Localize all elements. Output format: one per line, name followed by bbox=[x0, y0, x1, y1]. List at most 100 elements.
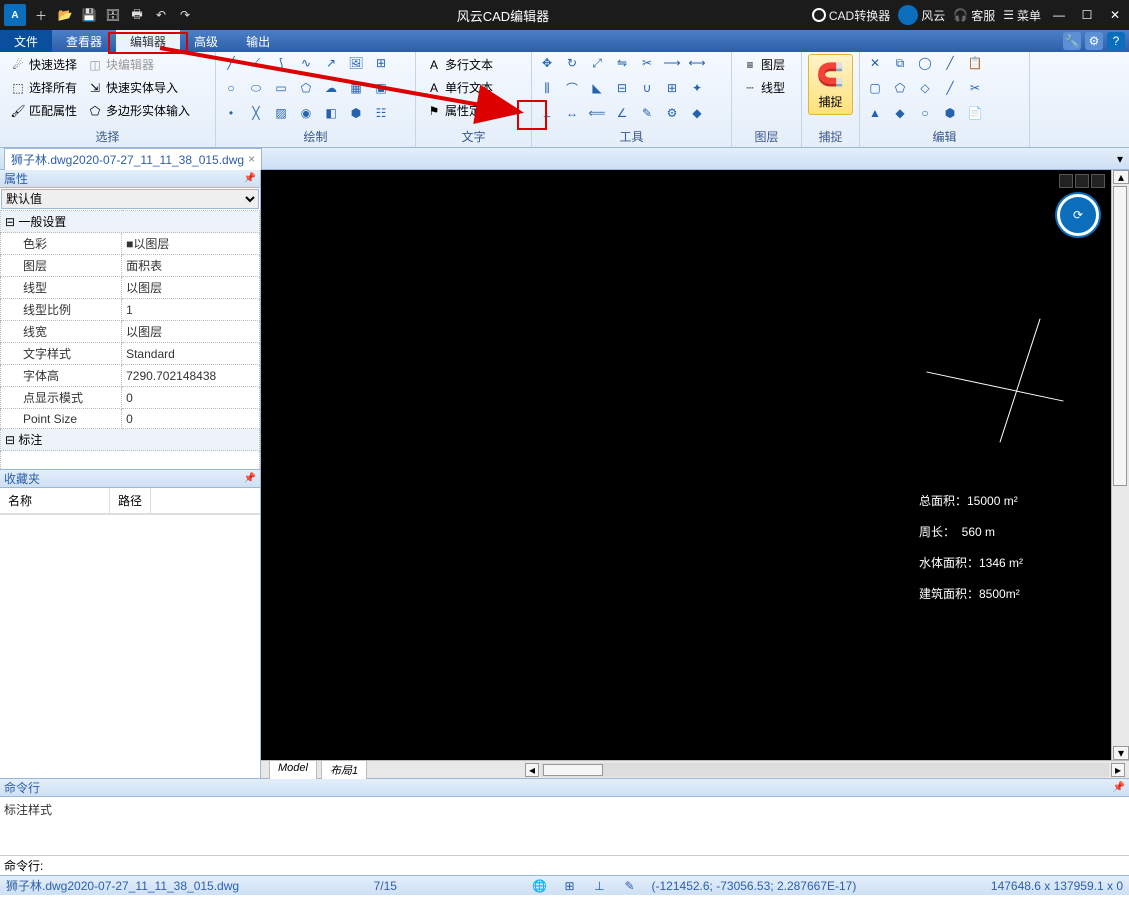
scroll-down-icon[interactable]: ▾ bbox=[1113, 746, 1129, 760]
props-group-annot[interactable]: ⊟ 标注 bbox=[1, 429, 260, 451]
poly-import-button[interactable]: ⬠多边形实体输入 bbox=[83, 100, 194, 121]
rotate-icon[interactable]: ↻ bbox=[563, 54, 581, 72]
props-row[interactable]: 线宽以图层 bbox=[1, 321, 260, 343]
paste-icon[interactable]: 📄 bbox=[966, 104, 984, 122]
settings-icon[interactable]: ⚙ bbox=[1085, 32, 1103, 50]
close-tab-icon[interactable]: × bbox=[248, 152, 255, 166]
match-props-button[interactable]: 🖌匹配属性 bbox=[6, 100, 81, 121]
block2-icon[interactable]: ▣ bbox=[372, 79, 390, 97]
viewport-badge[interactable]: ⟳ bbox=[1057, 194, 1099, 236]
join-icon[interactable]: ∪ bbox=[638, 79, 656, 97]
status-world-icon[interactable]: 🌐 bbox=[532, 878, 548, 894]
scroll-thumb[interactable] bbox=[1113, 186, 1127, 486]
props-row[interactable]: 线型以图层 bbox=[1, 277, 260, 299]
tool2-icon[interactable]: ⚙ bbox=[663, 104, 681, 122]
fast-import-button[interactable]: ⇲快速实体导入 bbox=[83, 77, 194, 98]
e4-icon[interactable]: ╱ bbox=[941, 79, 959, 97]
edit-line-icon[interactable]: ╱ bbox=[941, 54, 959, 72]
maximize-icon[interactable]: ☐ bbox=[1077, 8, 1097, 22]
copy2-icon[interactable]: 📋 bbox=[966, 54, 984, 72]
scroll-left-icon[interactable]: ◂ bbox=[525, 763, 539, 777]
vp-close-icon[interactable] bbox=[1091, 174, 1105, 188]
align-icon[interactable]: ⫠ bbox=[538, 104, 556, 122]
vertical-scrollbar[interactable]: ▴ ▾ bbox=[1111, 170, 1129, 760]
cad-converter-button[interactable]: CAD转换器 bbox=[812, 7, 890, 24]
layout1-tab[interactable]: 布局1 bbox=[321, 760, 367, 780]
undo-icon[interactable]: ↶ bbox=[152, 6, 170, 24]
props-row[interactable]: 线型比例1 bbox=[1, 299, 260, 321]
status-ortho-icon[interactable]: ⊥ bbox=[592, 878, 608, 894]
fav-col-path[interactable]: 路径 bbox=[110, 488, 151, 513]
insert-icon[interactable]: ⊞ bbox=[372, 54, 390, 72]
mtext-button[interactable]: A多行文本 bbox=[422, 54, 497, 75]
polygon2-icon[interactable]: ⬠ bbox=[297, 79, 315, 97]
snap-button[interactable]: 🧲 捕捉 bbox=[808, 54, 853, 115]
new-icon[interactable]: ＋ bbox=[32, 6, 50, 24]
boundary-icon[interactable]: ◧ bbox=[322, 104, 340, 122]
save-icon[interactable]: 💾 bbox=[80, 6, 98, 24]
horizontal-scrollbar[interactable]: ◂ ▸ bbox=[521, 763, 1129, 777]
props-row[interactable]: 文字样式Standard bbox=[1, 343, 260, 365]
fav-col-name[interactable]: 名称 bbox=[0, 488, 110, 513]
scroll-right-icon[interactable]: ▸ bbox=[1111, 763, 1125, 777]
e1-icon[interactable]: ▢ bbox=[866, 79, 884, 97]
mirror-icon[interactable]: ⇋ bbox=[613, 54, 631, 72]
pin-icon[interactable]: 📌 bbox=[244, 473, 256, 484]
quick-select-button[interactable]: ☄快速选择 bbox=[6, 54, 81, 75]
rect-icon[interactable]: ▭ bbox=[272, 79, 290, 97]
erase-icon[interactable]: ✕ bbox=[866, 54, 884, 72]
saveas-icon[interactable]: 🗄 bbox=[104, 6, 122, 24]
region-icon[interactable]: ▦ bbox=[347, 79, 365, 97]
ext2-icon[interactable]: ⟸ bbox=[588, 104, 606, 122]
support-button[interactable]: 🎧客服 bbox=[953, 7, 995, 24]
offset-icon[interactable]: ⫼ bbox=[538, 79, 556, 97]
table-icon[interactable]: ☷ bbox=[372, 104, 390, 122]
point-icon[interactable]: • bbox=[222, 104, 240, 122]
fengyun-button[interactable]: 风云 bbox=[898, 5, 945, 25]
scroll-thumb[interactable] bbox=[543, 764, 603, 776]
menu-file[interactable]: 文件 bbox=[0, 30, 52, 52]
props-row[interactable]: 图层面积表 bbox=[1, 255, 260, 277]
break-icon[interactable]: ⊟ bbox=[613, 79, 631, 97]
menu-output[interactable]: 输出 bbox=[232, 30, 284, 52]
scroll-up-icon[interactable]: ▴ bbox=[1113, 170, 1129, 184]
status-grid-icon[interactable]: ⊞ bbox=[562, 878, 578, 894]
toolbox-icon[interactable]: 🔧 bbox=[1063, 32, 1081, 50]
print-icon[interactable]: 🖶 bbox=[128, 6, 146, 24]
e7-icon[interactable]: ○ bbox=[916, 104, 934, 122]
props-row[interactable]: 点显示模式0 bbox=[1, 387, 260, 409]
polyline-icon[interactable]: ⟋ bbox=[247, 54, 265, 72]
stretch-icon[interactable]: ⟷ bbox=[688, 54, 706, 72]
ellipse-icon[interactable]: ⬭ bbox=[247, 79, 265, 97]
circle2-icon[interactable]: ◯ bbox=[916, 54, 934, 72]
hatch-icon[interactable]: ▨ bbox=[272, 104, 290, 122]
e2-icon[interactable]: ⬠ bbox=[891, 79, 909, 97]
xline-icon[interactable]: ╳ bbox=[247, 104, 265, 122]
3d-icon[interactable]: ⬢ bbox=[347, 104, 365, 122]
props-row[interactable]: 字体高7290.702148438 bbox=[1, 365, 260, 387]
spline-icon[interactable]: ∿ bbox=[297, 54, 315, 72]
drawing-canvas[interactable]: 总面积：15000 m² 周长： 560 m 水体面积：1346 m² 建筑面积… bbox=[261, 170, 1111, 760]
vp-max-icon[interactable] bbox=[1075, 174, 1089, 188]
chamfer-icon[interactable]: ◣ bbox=[588, 79, 606, 97]
extend-icon[interactable]: ⟶ bbox=[663, 54, 681, 72]
select-all-button[interactable]: ⬚选择所有 bbox=[6, 77, 81, 98]
open-icon[interactable]: 📂 bbox=[56, 6, 74, 24]
menu-advanced[interactable]: 高级 bbox=[180, 30, 232, 52]
redo-icon[interactable]: ↷ bbox=[176, 6, 194, 24]
stext-button[interactable]: A单行文本 bbox=[422, 77, 497, 98]
circle-icon[interactable]: ○ bbox=[222, 79, 240, 97]
scale-icon[interactable]: ⤢ bbox=[588, 54, 606, 72]
move-icon[interactable]: ✥ bbox=[538, 54, 556, 72]
explode-icon[interactable]: ✦ bbox=[688, 79, 706, 97]
dist-icon[interactable]: ↔ bbox=[563, 104, 581, 122]
props-group-general[interactable]: ⊟ 一般设置 bbox=[1, 211, 260, 233]
attdef-button[interactable]: ⚑属性定义 bbox=[422, 100, 497, 121]
pin-icon[interactable]: 📌 bbox=[244, 173, 256, 184]
tool3-icon[interactable]: ◆ bbox=[688, 104, 706, 122]
pin-icon[interactable]: 📌 bbox=[1113, 782, 1125, 793]
e8-icon[interactable]: ⬢ bbox=[941, 104, 959, 122]
props-default-select[interactable]: 默认值 bbox=[1, 189, 259, 209]
menu-button[interactable]: ☰菜单 bbox=[1003, 7, 1041, 24]
minimize-icon[interactable]: — bbox=[1049, 8, 1069, 22]
